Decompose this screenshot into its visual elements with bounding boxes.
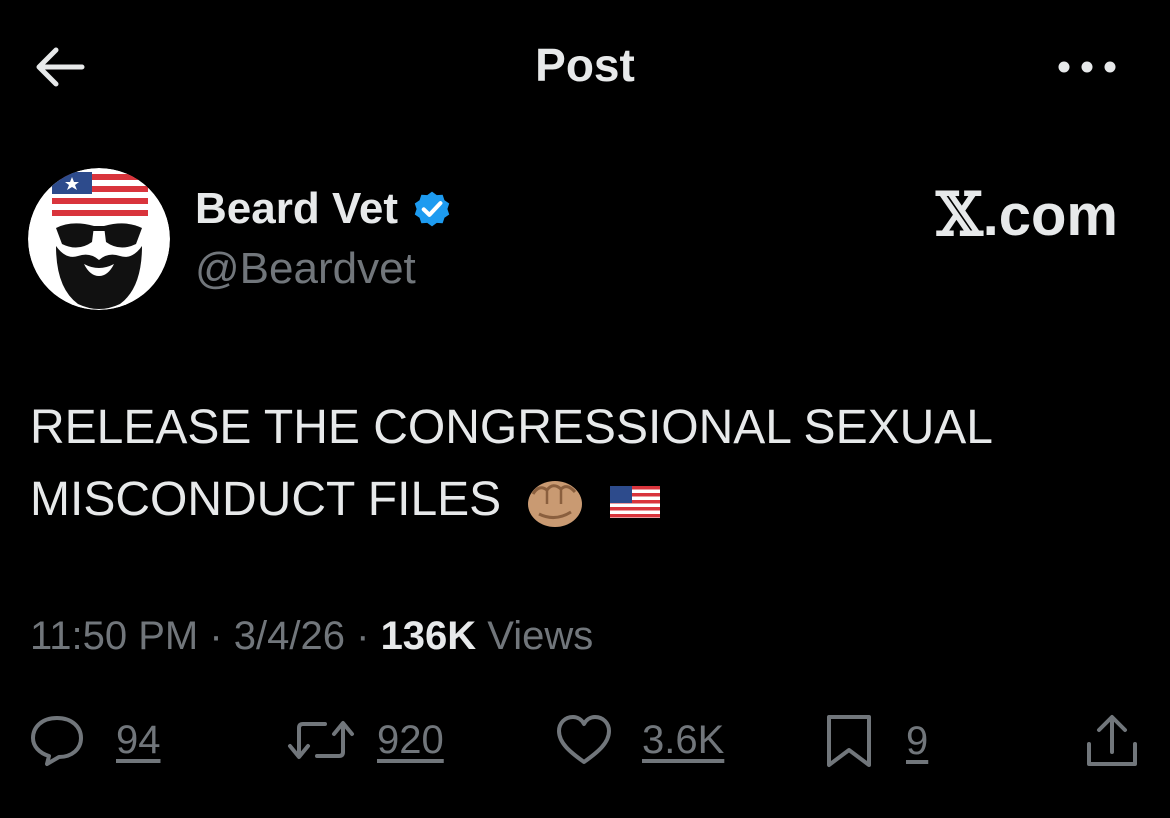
views-label: Views [476,614,594,658]
brand-suffix: .com [982,182,1118,248]
repost-count[interactable]: 920 [377,718,444,763]
share-icon [1087,715,1137,766]
author-handle[interactable]: @Beardvet [195,244,416,294]
repost-icon [288,721,354,759]
reply-count[interactable]: 94 [116,718,161,763]
post-date[interactable]: 3/4/26 [234,614,345,658]
ellipsis-icon [1058,61,1116,73]
x-logo: 𝕏 [936,180,983,250]
avatar[interactable] [28,168,170,310]
top-bar: Post [0,0,1170,135]
post-text-line-2: MISCONDUCT FILES [30,464,1140,536]
post-text-line-1: RELEASE THE CONGRESSIONAL SEXUAL [30,401,993,454]
like-button[interactable]: 3.6K [554,712,724,768]
post-text: RELEASE THE CONGRESSIONAL SEXUAL MISCOND… [30,392,1140,536]
oncoming-fist-emoji [527,481,582,528]
post-metadata: 11:50 PM · 3/4/26 · 136K Views [30,614,594,658]
bookmark-icon [827,715,871,767]
views-count[interactable]: 136K [381,614,477,658]
display-name[interactable]: Beard Vet [195,184,398,234]
repost-button[interactable]: 920 [287,712,444,768]
reply-button[interactable]: 94 [28,712,161,768]
heart-icon [557,715,611,764]
share-button[interactable] [1084,712,1140,775]
beard-avatar-image [28,168,170,310]
author-name-row[interactable]: Beard Vet [195,184,454,234]
brand-watermark: 𝕏 .com [936,180,1118,250]
reply-icon [31,716,83,766]
page-title: Post [535,39,635,91]
like-count[interactable]: 3.6K [642,718,724,763]
more-options-button[interactable] [1055,52,1120,82]
action-bar: 94 920 3.6K 9 [0,700,1170,790]
post-time[interactable]: 11:50 PM [30,614,198,658]
bookmark-button[interactable]: 9 [824,712,928,770]
us-flag-emoji [609,486,660,519]
bookmark-count[interactable]: 9 [906,719,928,764]
verified-badge-icon [414,191,450,227]
